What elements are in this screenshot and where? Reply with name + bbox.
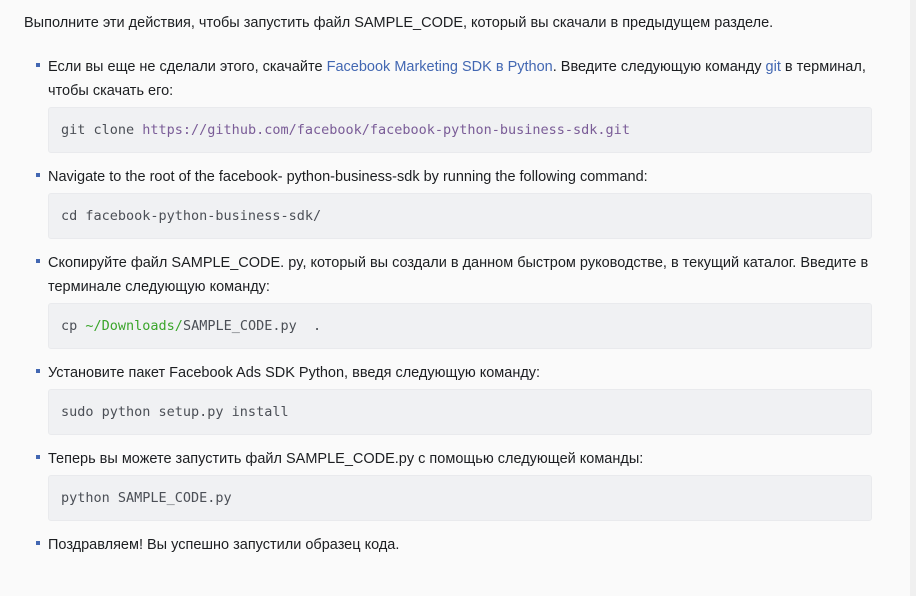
sdk-link[interactable]: Facebook Marketing SDK в Python (327, 59, 553, 75)
code-block-cd[interactable]: cd facebook-python-business-sdk/ (48, 193, 872, 239)
step-download-sdk: Если вы еще не сделали этого, скачайте F… (36, 55, 872, 153)
step-text-part: . Введите следующую команду (552, 59, 766, 75)
docs-page: Выполните эти действия, чтобы запустить … (0, 0, 910, 596)
code-command: cd facebook-python-business-sdk/ (61, 208, 322, 224)
step-congrats: Поздравляем! Вы успешно запустили образе… (36, 533, 872, 557)
step-text-part: Если вы еще не сделали этого, скачайте (48, 59, 327, 75)
scrollbar[interactable] (910, 0, 916, 596)
step-text: Если вы еще не сделали этого, скачайте F… (48, 55, 872, 103)
code-block-git-clone[interactable]: git clone https://github.com/facebook/fa… (48, 107, 872, 153)
code-args: SAMPLE_CODE.py . (182, 318, 322, 334)
step-text: Установите пакет Facebook Ads SDK Python… (48, 365, 541, 381)
step-install-sdk: Установите пакет Facebook Ads SDK Python… (36, 361, 872, 435)
code-command: python SAMPLE_CODE.py (61, 490, 232, 506)
code-block-run[interactable]: python SAMPLE_CODE.py (48, 475, 872, 521)
step-run-sample: Теперь вы можете запустить файл SAMPLE_C… (36, 447, 872, 521)
bullet-icon (36, 173, 40, 177)
git-link[interactable]: git (766, 59, 781, 75)
step-copy-sample: Скопируйте файл SAMPLE_CODE. py, который… (36, 251, 872, 349)
intro-text: Выполните эти действия, чтобы запустить … (24, 15, 774, 31)
bullet-icon (36, 455, 40, 459)
step-text: Теперь вы можете запустить файл SAMPLE_C… (48, 451, 644, 467)
code-command: cp (61, 318, 86, 334)
step-text: Navigate to the root of the facebook- py… (48, 169, 648, 185)
code-command: git clone (61, 122, 143, 138)
code-block-install[interactable]: sudo python setup.py install (48, 389, 872, 435)
code-path: ~/Downloads/ (85, 318, 183, 334)
step-navigate-root: Navigate to the root of the facebook- py… (36, 165, 872, 239)
code-block-cp[interactable]: cp ~/Downloads/SAMPLE_CODE.py . (48, 303, 872, 349)
step-text: Скопируйте файл SAMPLE_CODE. py, который… (48, 255, 869, 295)
step-text: Поздравляем! Вы успешно запустили образе… (48, 537, 400, 553)
bullet-icon (36, 259, 40, 263)
code-command: sudo python setup.py install (61, 404, 289, 420)
code-url: https://github.com/facebook/facebook-pyt… (142, 122, 630, 138)
bullet-icon (36, 541, 40, 545)
bullet-icon (36, 369, 40, 373)
bullet-icon (36, 63, 40, 67)
